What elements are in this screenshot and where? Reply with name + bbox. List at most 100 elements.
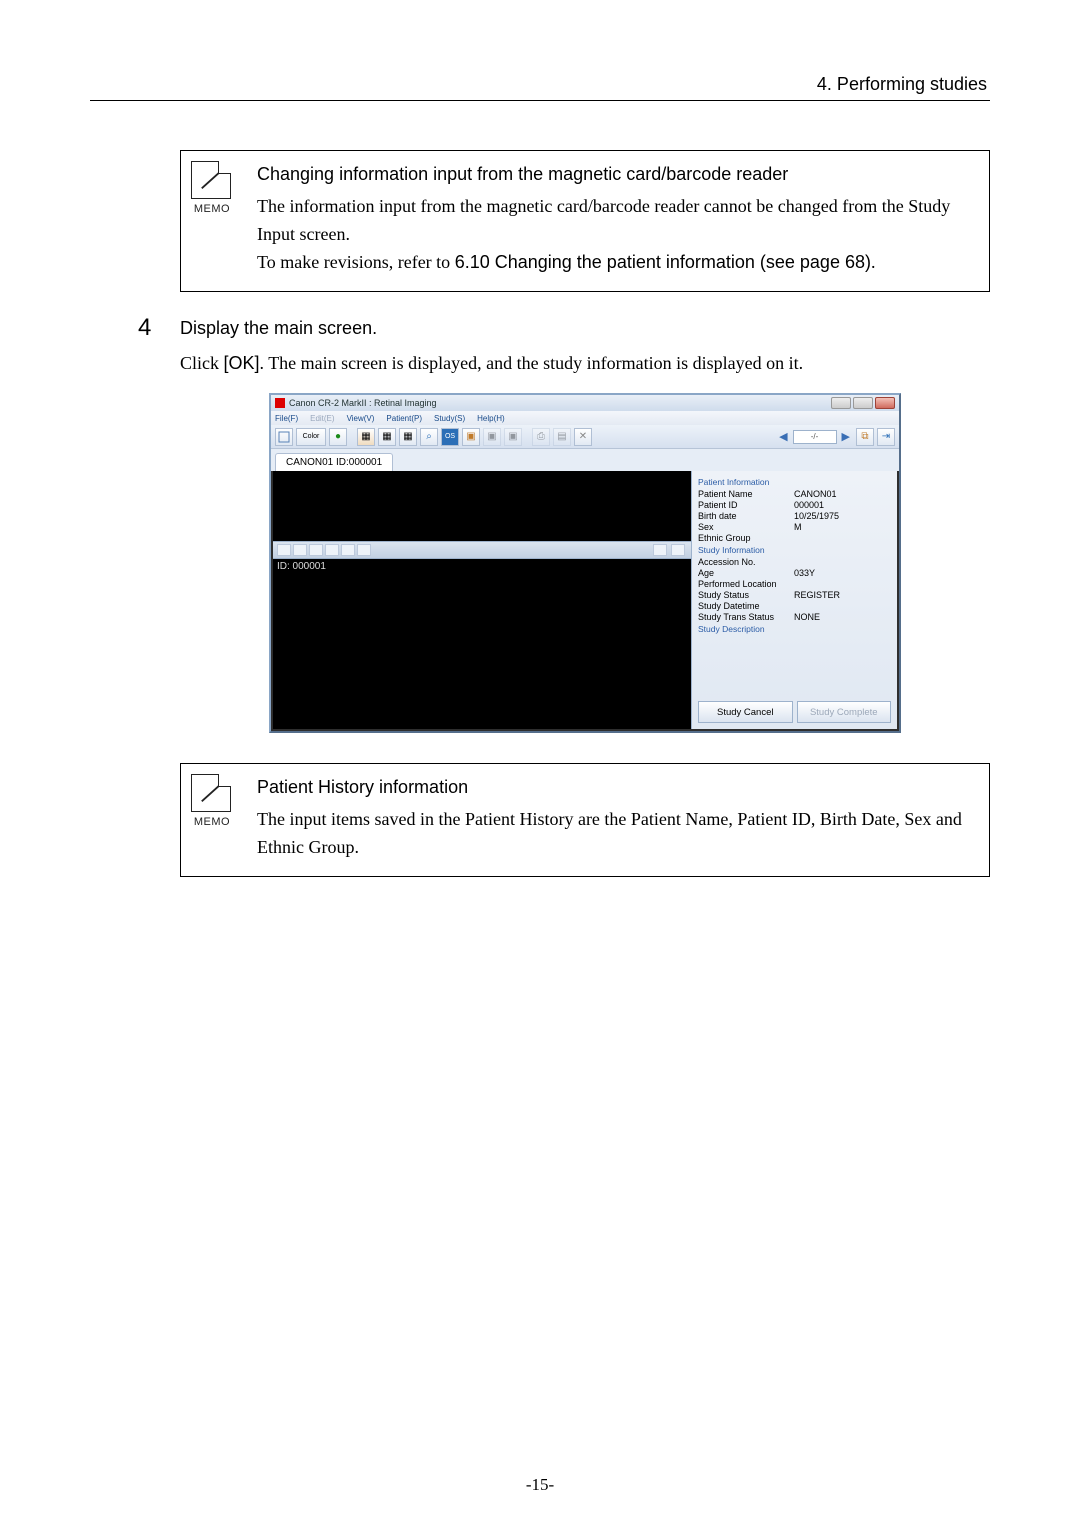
info-panel: Patient Information Patient NameCANON01 … (691, 471, 897, 729)
study-desc-title: Study Description (698, 624, 893, 634)
memo-text: . (871, 252, 876, 272)
k-sex: Sex (698, 522, 794, 532)
memo-line: To make revisions, refer to 6.10 Changin… (257, 249, 969, 277)
toolbar-zoom-button[interactable]: ⌕ (420, 428, 438, 446)
v-sex: M (794, 522, 802, 532)
v-patient-id: 000001 (794, 500, 824, 510)
thumbnail-toolbar (273, 541, 691, 559)
memo-icon: MEMO (191, 161, 233, 218)
memo-text: , (811, 809, 820, 829)
field-ethnic-group: Ethnic Group (257, 837, 354, 857)
pager: ◀ -/- ▶ (776, 430, 853, 444)
v-age: 033Y (794, 568, 815, 578)
memo-text: The input items saved in the Patient His… (257, 809, 631, 829)
study-cancel-button[interactable]: Study Cancel (698, 701, 793, 723)
k-birth: Birth date (698, 511, 794, 521)
k-ethnic: Ethnic Group (698, 533, 794, 543)
toolbar-button[interactable]: ▣ (462, 428, 480, 446)
study-description-box (698, 636, 893, 672)
v-trans: NONE (794, 612, 820, 622)
close-button[interactable] (875, 397, 895, 409)
thumb-icon[interactable] (293, 544, 307, 556)
toolbar-grid3-button[interactable]: ▦ (399, 428, 417, 446)
ok-key: [OK] (224, 353, 260, 373)
k-status: Study Status (698, 590, 794, 600)
menu-edit[interactable]: Edit(E) (310, 414, 334, 423)
memo-text: To make revisions, refer to (257, 252, 455, 272)
image-viewer: ID: 000001 (273, 471, 691, 729)
menu-patient[interactable]: Patient(P) (386, 414, 422, 423)
thumb-icon[interactable] (309, 544, 323, 556)
toolbar-button[interactable] (275, 428, 293, 446)
k-trans: Study Trans Status (698, 612, 794, 622)
memo-caption: MEMO (191, 814, 233, 831)
menubar[interactable]: File(F) Edit(E) View(V) Patient(P) Study… (271, 411, 899, 425)
toolbar-button[interactable]: ▣ (504, 428, 522, 446)
menu-view[interactable]: View(V) (347, 414, 375, 423)
k-datetime: Study Datetime (698, 601, 794, 611)
toolbar-button[interactable]: ▣ (483, 428, 501, 446)
pager-display: -/- (793, 430, 837, 444)
k-patient-id: Patient ID (698, 500, 794, 510)
page-number: -15- (0, 1475, 1080, 1495)
k-location: Performed Location (698, 579, 794, 589)
memo-title: Patient History information (257, 774, 969, 802)
titlebar: Canon CR-2 MarkII : Retinal Imaging (271, 395, 899, 411)
memo-pencil-icon (198, 168, 224, 192)
pager-next[interactable]: ▶ (839, 430, 853, 443)
memo-box-reader: MEMO Changing information input from the… (180, 150, 990, 292)
toolbar-exit-button[interactable]: ⇥ (877, 428, 895, 446)
step-text: . The main screen is displayed, and the … (260, 353, 804, 373)
step-body: Click [OK]. The main screen is displayed… (180, 350, 990, 378)
field-sex: Sex (904, 809, 931, 829)
memo-text: . (354, 837, 359, 857)
toolbar-grid2-button[interactable]: ▦ (378, 428, 396, 446)
k-age: Age (698, 568, 794, 578)
field-birth-date: Birth Date (820, 809, 895, 829)
memo-line: The information input from the magnetic … (257, 193, 969, 249)
toolbar-color-button[interactable]: Color (296, 428, 326, 446)
v-patient-name: CANON01 (794, 489, 837, 499)
menu-study[interactable]: Study(S) (434, 414, 465, 423)
menu-help[interactable]: Help(H) (477, 414, 505, 423)
step-number: 4 (134, 314, 180, 342)
thumb-icon[interactable] (277, 544, 291, 556)
pager-prev[interactable]: ◀ (776, 430, 790, 443)
v-status: REGISTER (794, 590, 840, 600)
toolbar-button[interactable]: ▤ (553, 428, 571, 446)
chapter-header: 4. Performing studies (817, 74, 987, 95)
k-accession: Accession No. (698, 557, 794, 567)
thumb-icon[interactable] (341, 544, 355, 556)
toolbar-grid1-button[interactable]: ▦ (357, 428, 375, 446)
toolbar-os-button[interactable]: OS (441, 428, 459, 446)
toolbar-button[interactable]: ⧉ (856, 428, 874, 446)
thumb-icon[interactable] (325, 544, 339, 556)
thumb-icon[interactable] (671, 544, 685, 556)
memo-title: Changing information input from the magn… (257, 161, 969, 189)
toolbar: Color ● ▦ ▦ ▦ ⌕ OS ▣ ▣ ▣ ⎙ ▤ ✕ (271, 425, 899, 449)
patient-info-title: Patient Information (698, 477, 893, 487)
patient-tab[interactable]: CANON01 ID:000001 (275, 453, 393, 471)
memo-line: The input items saved in the Patient His… (257, 806, 969, 862)
study-complete-button[interactable]: Study Complete (797, 701, 892, 723)
thumb-icon[interactable] (357, 544, 371, 556)
toolbar-delete-button[interactable]: ✕ (574, 428, 592, 446)
tab-strip: CANON01 ID:000001 (271, 449, 899, 471)
maximize-button[interactable] (853, 397, 873, 409)
app-title: Canon CR-2 MarkII : Retinal Imaging (289, 398, 437, 408)
thumb-icon[interactable] (653, 544, 667, 556)
k-patient-name: Patient Name (698, 489, 794, 499)
minimize-button[interactable] (831, 397, 851, 409)
field-patient-id: Patient ID (737, 809, 811, 829)
memo-icon: MEMO (191, 774, 233, 831)
field-patient-name: Patient Name (631, 809, 728, 829)
toolbar-record-button[interactable]: ● (329, 428, 347, 446)
header-rule (90, 100, 990, 101)
menu-file[interactable]: File(F) (275, 414, 298, 423)
memo-pencil-icon (198, 781, 224, 805)
step-title: Display the main screen. (180, 318, 377, 342)
toolbar-print-button[interactable]: ⎙ (532, 428, 550, 446)
app-screenshot: Canon CR-2 MarkII : Retinal Imaging File… (269, 393, 901, 733)
memo-ref: 6.10 Changing the patient information (s… (455, 252, 871, 272)
study-info-title: Study Information (698, 545, 893, 555)
